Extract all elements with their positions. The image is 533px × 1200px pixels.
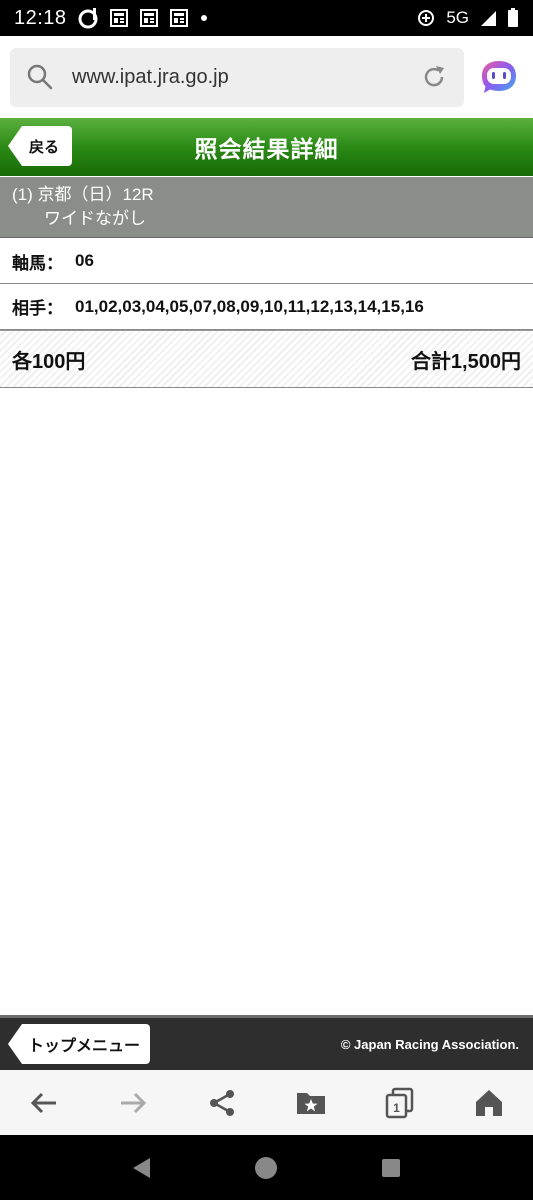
- copyright: © Japan Racing Association.: [340, 1036, 519, 1052]
- status-right: 5G: [416, 8, 519, 28]
- axis-value: 06: [75, 251, 94, 270]
- search-icon: [27, 64, 53, 90]
- status-bar: 12:18 5G: [0, 0, 533, 36]
- browser-toolbar: 1: [0, 1070, 533, 1135]
- triangle-back-icon: [133, 1157, 151, 1178]
- news-icon: [109, 9, 128, 27]
- partner-row: 相手： 01,02,03,04,05,07,08,09,10,11,12,13,…: [0, 284, 533, 330]
- arrow-right-icon: [121, 1092, 147, 1113]
- system-nav-bar: [0, 1135, 533, 1200]
- each-amount: 各100円: [12, 350, 86, 373]
- reload-icon[interactable]: [420, 63, 448, 91]
- circle-home-icon: [255, 1156, 278, 1179]
- partner-label: 相手：: [12, 299, 63, 318]
- share-button[interactable]: [197, 1078, 247, 1128]
- axis-row: 軸馬： 06: [0, 239, 533, 284]
- system-recents-button[interactable]: [371, 1148, 411, 1188]
- bet-type: ワイドながし: [44, 209, 146, 228]
- top-menu-button[interactable]: トップメニュー: [8, 1024, 151, 1064]
- system-home-button[interactable]: [246, 1148, 286, 1188]
- address-bar[interactable]: www.ipat.jra.go.jp: [10, 47, 464, 107]
- race-venue: (1) 京都（日）12R: [12, 185, 154, 204]
- tabs-button[interactable]: 1: [375, 1078, 425, 1128]
- status-time: 12:18: [14, 6, 67, 29]
- home-button[interactable]: [464, 1078, 514, 1128]
- footer-bar: トップメニュー © Japan Racing Association.: [0, 1015, 533, 1070]
- signal-icon: [481, 11, 496, 26]
- back-nav-button[interactable]: [19, 1078, 69, 1128]
- forward-nav-button[interactable]: [108, 1078, 158, 1128]
- assistant-bot-icon: [482, 61, 516, 93]
- d-app-icon: [78, 8, 98, 29]
- network-type: 5G: [446, 8, 469, 27]
- share-icon: [210, 1089, 235, 1116]
- square-recents-icon: [381, 1158, 400, 1177]
- tabs-icon: 1: [385, 1087, 413, 1118]
- url-text[interactable]: www.ipat.jra.go.jp: [72, 66, 402, 89]
- totals-row: 各100円 合計1,500円: [0, 330, 533, 388]
- notification-dot-icon: [200, 15, 207, 21]
- assistant-button[interactable]: [476, 54, 522, 100]
- arrow-left-icon: [31, 1092, 57, 1113]
- page-title: 照会結果詳細: [194, 136, 339, 162]
- bookmark-folder-icon: [296, 1092, 325, 1114]
- total-amount: 合計1,500円: [410, 350, 521, 373]
- bookmarks-button[interactable]: [286, 1078, 336, 1128]
- home-icon: [475, 1089, 502, 1116]
- data-saver-icon: [418, 10, 435, 26]
- tabs-count: 1: [393, 1101, 400, 1115]
- news-icon-3: [169, 9, 188, 27]
- axis-label: 軸馬：: [12, 253, 63, 273]
- browser-bar: www.ipat.jra.go.jp: [0, 36, 533, 118]
- race-info: (1) 京都（日）12R ワイドながし: [0, 177, 533, 238]
- news-icon-2: [139, 9, 158, 27]
- back-button[interactable]: 戻る: [8, 126, 72, 166]
- page-header: 戻る 照会結果詳細: [0, 118, 533, 176]
- battery-icon: [508, 8, 518, 27]
- status-left: 12:18: [14, 7, 209, 30]
- partner-value: 01,02,03,04,05,07,08,09,10,11,12,13,14,1…: [75, 296, 424, 316]
- system-back-button[interactable]: [122, 1148, 162, 1188]
